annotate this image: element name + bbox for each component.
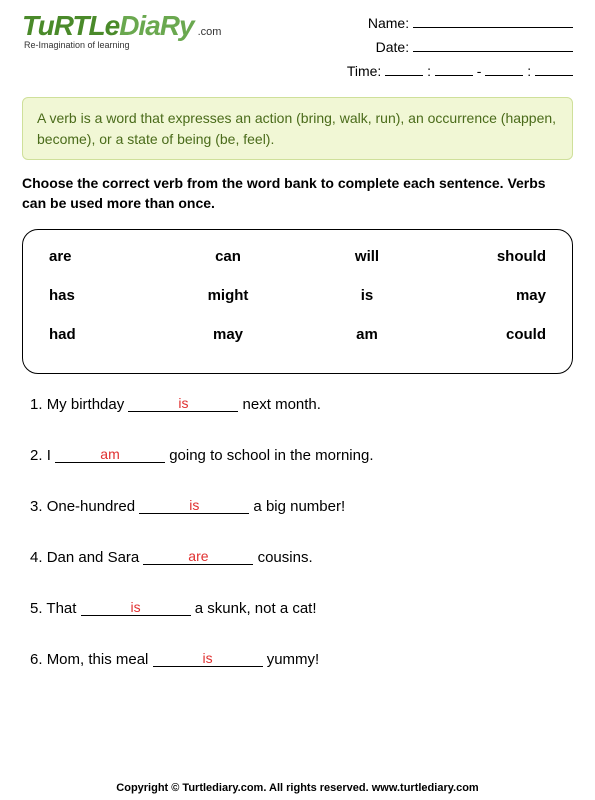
answer-text: is: [131, 599, 141, 615]
word-bank-word: should: [466, 248, 546, 265]
time-colon1: :: [427, 63, 431, 79]
answer-text: is: [202, 650, 212, 666]
word-bank-row: are can will should: [49, 248, 546, 265]
word-bank: are can will should has might is may had…: [22, 229, 573, 374]
sentence-post: yummy!: [263, 651, 320, 668]
sentence-post: cousins.: [253, 549, 312, 566]
sentence-post: next month.: [238, 396, 321, 413]
sentence-item: 2. I am going to school in the morning.: [30, 447, 573, 464]
date-row: Date:: [347, 36, 573, 60]
fill-blank[interactable]: are: [143, 549, 253, 565]
logo: TuRTLeDiaRy .com: [22, 12, 221, 40]
logo-dotcom: .com: [194, 26, 222, 38]
sentence-post: a big number!: [249, 498, 345, 515]
sentence-item: 3. One-hundred is a big number!: [30, 498, 573, 515]
logo-block: TuRTLeDiaRy .com Re-Imagination of learn…: [22, 12, 221, 50]
sentence-number: 2.: [30, 447, 43, 464]
sentence-number: 5.: [30, 600, 43, 617]
date-input-line[interactable]: [413, 38, 573, 52]
sentence-number: 1.: [30, 396, 43, 413]
word-bank-word: might: [188, 287, 268, 304]
answer-text: am: [100, 446, 119, 462]
answer-text: is: [178, 395, 188, 411]
logo-word1: TuRTLe: [22, 10, 119, 41]
word-bank-row: had may am could: [49, 326, 546, 343]
sentence-number: 4.: [30, 549, 43, 566]
word-bank-word: has: [49, 287, 129, 304]
sentence-pre: Mom, this meal: [47, 651, 153, 668]
sentence-number: 6.: [30, 651, 43, 668]
time-colon2: :: [527, 63, 531, 79]
sentence-pre: One-hundred: [47, 498, 140, 515]
time-h1[interactable]: [385, 62, 423, 76]
time-m2[interactable]: [535, 62, 573, 76]
fill-blank[interactable]: is: [128, 396, 238, 412]
sentence-pre: My birthday: [47, 396, 129, 413]
footer-copyright: Copyright © Turtlediary.com. All rights …: [0, 782, 595, 794]
header: TuRTLeDiaRy .com Re-Imagination of learn…: [22, 12, 573, 83]
word-bank-word: will: [327, 248, 407, 265]
word-bank-word: am: [327, 326, 407, 343]
date-label: Date:: [376, 39, 409, 55]
instructions: Choose the correct verb from the word ba…: [22, 174, 573, 213]
word-bank-word: could: [466, 326, 546, 343]
word-bank-word: are: [49, 248, 129, 265]
time-label: Time:: [347, 63, 381, 79]
sentence-number: 3.: [30, 498, 43, 515]
sentence-item: 1. My birthday is next month.: [30, 396, 573, 413]
sentence-pre: Dan and Sara: [47, 549, 144, 566]
word-bank-word: may: [188, 326, 268, 343]
time-h2[interactable]: [485, 62, 523, 76]
word-bank-row: has might is may: [49, 287, 546, 304]
fill-blank[interactable]: is: [139, 498, 249, 514]
word-bank-word: had: [49, 326, 129, 343]
sentence-list: 1. My birthday is next month. 2. I am go…: [30, 396, 573, 668]
sentence-post: a skunk, not a cat!: [191, 600, 317, 617]
definition-box: A verb is a word that expresses an actio…: [22, 97, 573, 160]
sentence-pre: That: [46, 600, 80, 617]
meta-fields: Name: Date: Time: : - :: [347, 12, 573, 83]
name-row: Name:: [347, 12, 573, 36]
logo-text: TuRTLeDiaRy: [22, 12, 194, 40]
sentence-item: 4. Dan and Sara are cousins.: [30, 549, 573, 566]
word-bank-word: is: [327, 287, 407, 304]
sentence-item: 5. That is a skunk, not a cat!: [30, 600, 573, 617]
sentence-post: going to school in the morning.: [165, 447, 373, 464]
fill-blank[interactable]: is: [81, 600, 191, 616]
sentence-pre: I: [47, 447, 55, 464]
fill-blank[interactable]: am: [55, 447, 165, 463]
time-dash: -: [477, 63, 482, 79]
sentence-item: 6. Mom, this meal is yummy!: [30, 651, 573, 668]
answer-text: are: [188, 548, 208, 564]
word-bank-word: can: [188, 248, 268, 265]
answer-text: is: [189, 497, 199, 513]
name-label: Name:: [368, 15, 409, 31]
time-m1[interactable]: [435, 62, 473, 76]
logo-word2: DiaRy: [119, 10, 193, 41]
word-bank-word: may: [466, 287, 546, 304]
name-input-line[interactable]: [413, 14, 573, 28]
time-row: Time: : - :: [347, 60, 573, 84]
logo-tagline: Re-Imagination of learning: [24, 40, 221, 50]
fill-blank[interactable]: is: [153, 651, 263, 667]
